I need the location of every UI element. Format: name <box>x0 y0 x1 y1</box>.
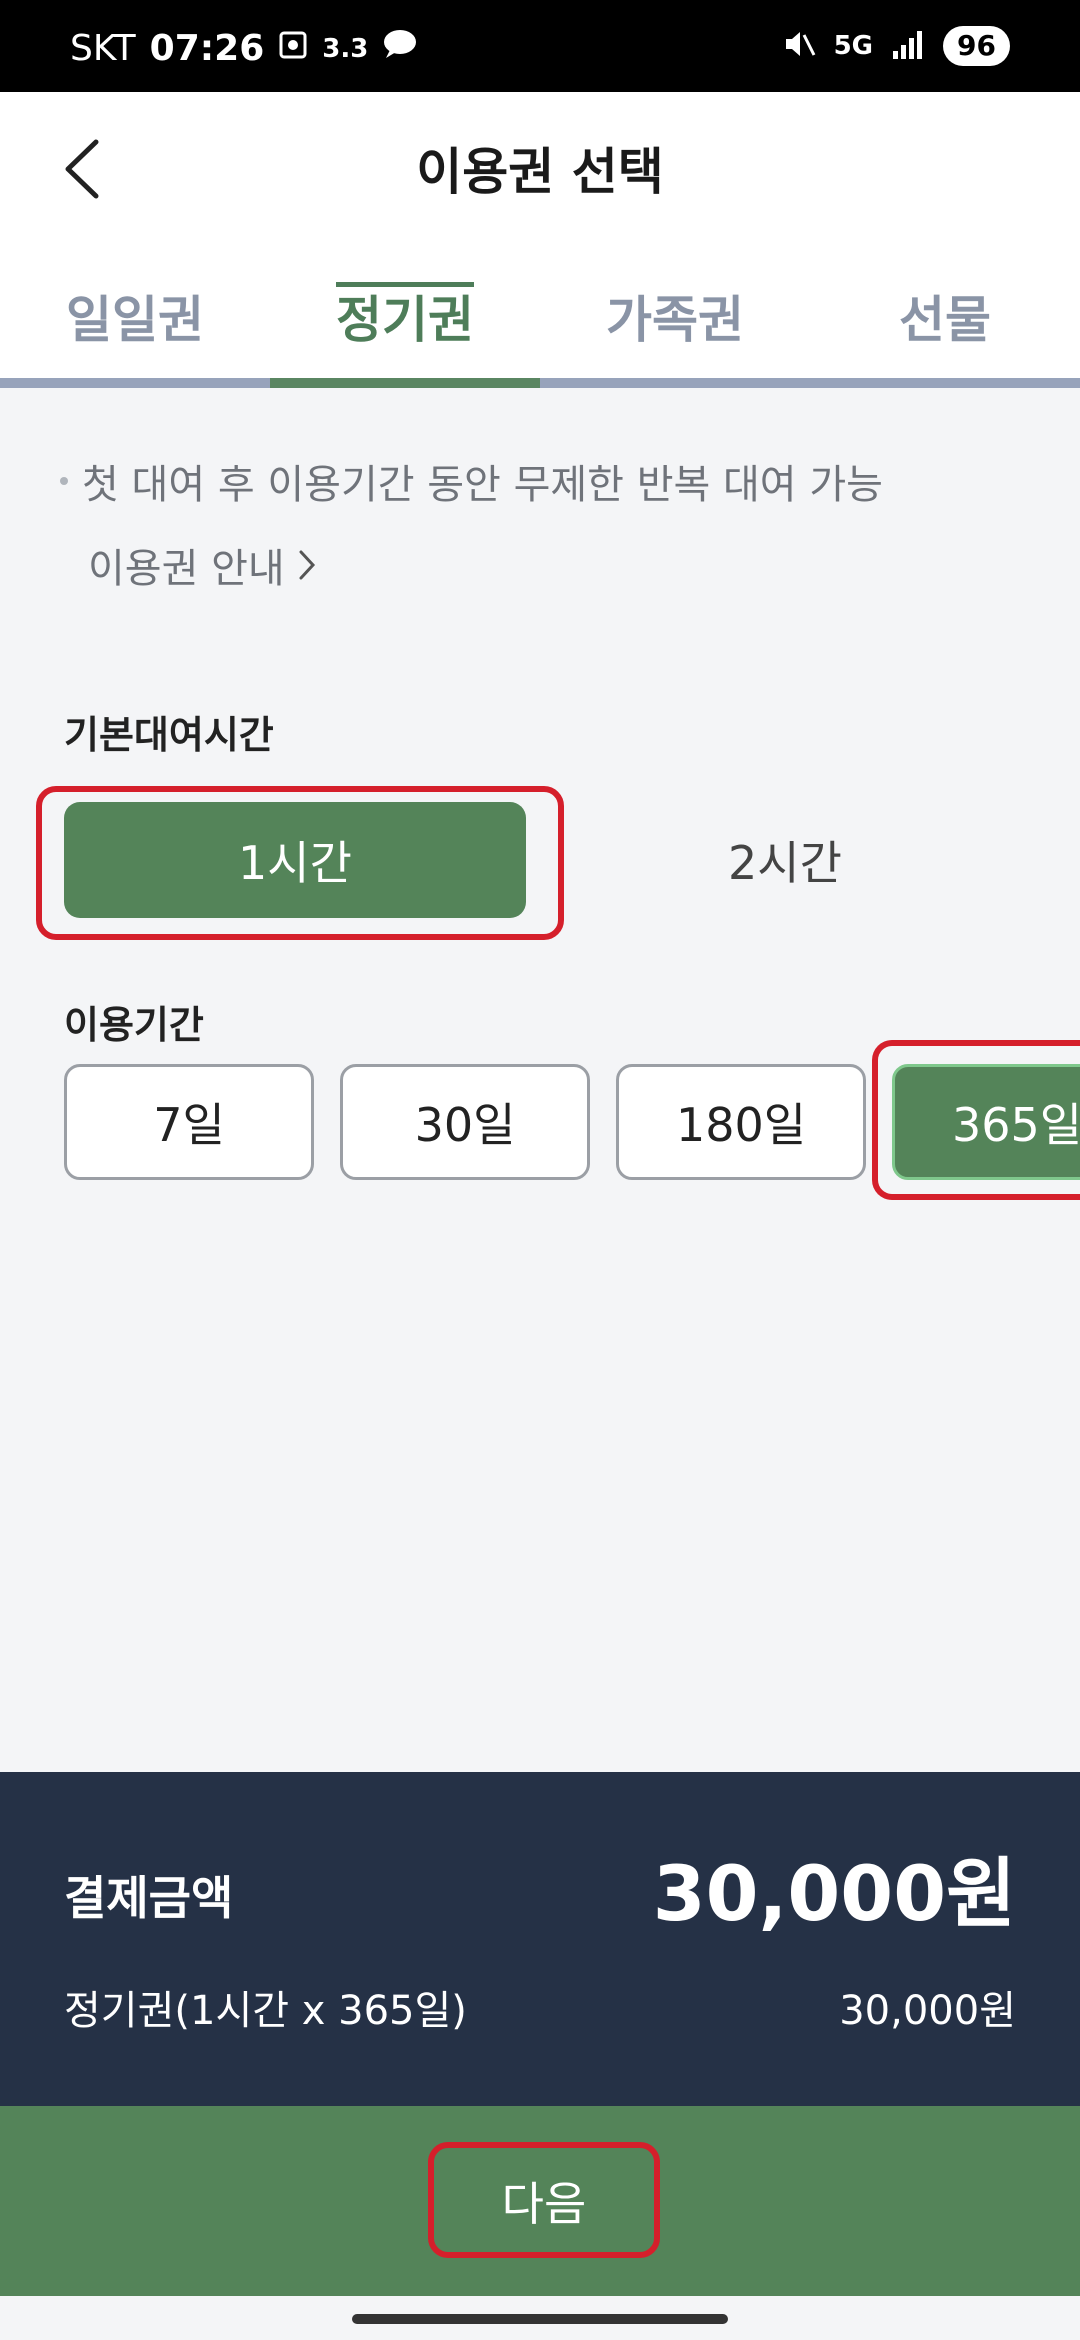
next-bar: 다음 <box>0 2106 1080 2296</box>
payment-label: 결제금액 <box>64 1871 234 1925</box>
ticket-guide-link[interactable]: 이용권 안내 <box>88 536 883 594</box>
rental-time-2h-button[interactable]: 2시간 <box>554 802 1016 918</box>
payment-summary: 결제금액 30,000원 정기권(1시간 x 365일) 30,000원 <box>0 1772 1080 2106</box>
period-title: 이용기간 <box>64 1003 204 1047</box>
highlight-box <box>428 2142 660 2258</box>
data-speed: 3.3 <box>322 33 369 64</box>
ticket-guide-label: 이용권 안내 <box>88 546 285 592</box>
highlight-box <box>36 786 564 940</box>
tab-regular[interactable]: 정기권 <box>270 242 540 388</box>
info-section: 첫 대여 후 이용기간 동안 무제한 반복 대여 가능 이용권 안내 <box>60 452 883 594</box>
payment-detail: 정기권(1시간 x 365일) <box>64 1988 467 2034</box>
battery-level: 96 <box>943 26 1010 66</box>
payment-total: 30,000원 <box>652 1849 1016 1938</box>
screenshot-icon <box>278 28 308 69</box>
page-title: 이용권 선택 <box>416 143 664 201</box>
status-bar: SKT 07:26 3.3 5G 96 <box>0 0 1080 92</box>
tab-family[interactable]: 가족권 <box>540 242 810 388</box>
chevron-right-icon <box>299 550 315 580</box>
ticket-tabs: 일일권 정기권 가족권 선물 <box>0 242 1080 388</box>
rental-time-title: 기본대여시간 <box>64 713 274 757</box>
payment-detail-price: 30,000원 <box>839 1988 1016 2034</box>
period-30-button[interactable]: 30일 <box>340 1064 590 1180</box>
highlight-box <box>872 1040 1080 1200</box>
signal-icon <box>891 29 925 63</box>
tab-label: 선물 <box>899 291 991 349</box>
home-indicator <box>0 2296 1080 2340</box>
bullet-icon <box>60 477 68 485</box>
carrier-label: SKT <box>70 28 136 69</box>
tab-label: 정기권 <box>336 282 474 349</box>
period-180-button[interactable]: 180일 <box>616 1064 866 1180</box>
chat-bubble-icon <box>382 28 418 69</box>
tab-label: 가족권 <box>606 291 744 349</box>
app-header: 이용권 선택 <box>0 92 1080 242</box>
home-pill[interactable] <box>352 2314 728 2324</box>
mute-icon <box>782 27 816 65</box>
clock: 07:26 <box>149 28 265 69</box>
period-7-button[interactable]: 7일 <box>64 1064 314 1180</box>
tab-daily[interactable]: 일일권 <box>0 242 270 388</box>
network-type: 5G <box>833 31 874 61</box>
tab-gift[interactable]: 선물 <box>810 242 1080 388</box>
tab-label: 일일권 <box>66 291 204 349</box>
info-note: 첫 대여 후 이용기간 동안 무제한 반복 대여 가능 <box>82 462 883 508</box>
